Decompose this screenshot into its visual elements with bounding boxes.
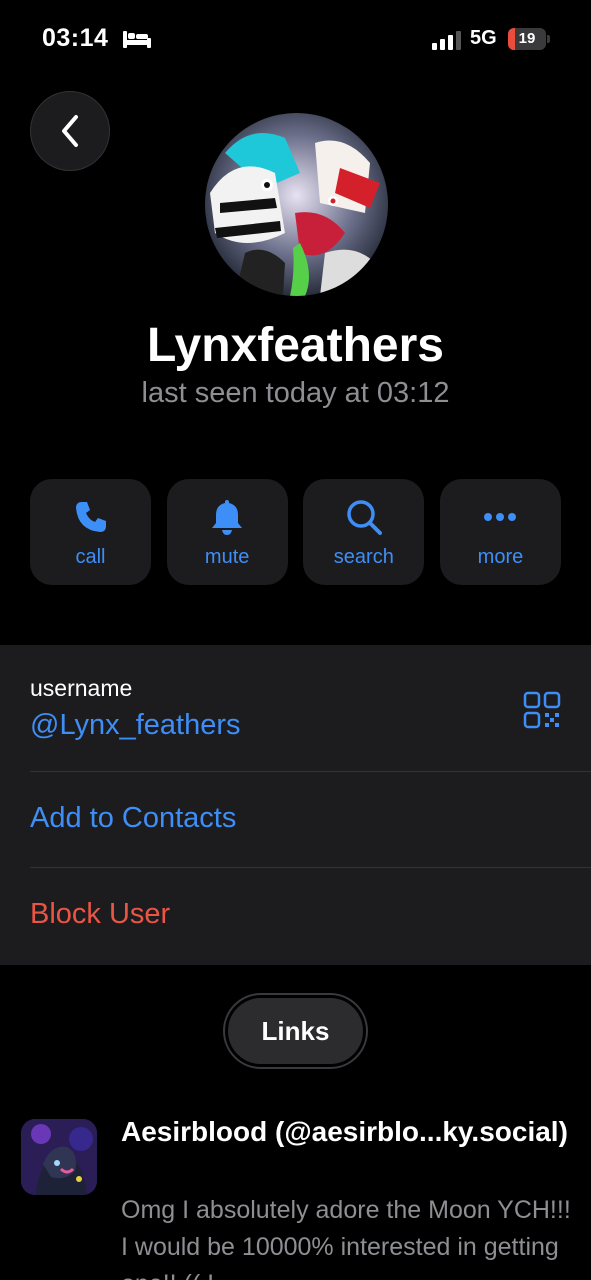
status-time: 03:14: [42, 24, 109, 52]
search-label: search: [333, 546, 394, 568]
battery-percent: 19: [518, 30, 536, 47]
chevron-left-icon: [62, 115, 78, 147]
call-label: call: [75, 546, 106, 568]
back-button[interactable]: [30, 91, 110, 171]
username-caption: username: [30, 675, 133, 701]
search-button[interactable]: search: [303, 479, 425, 585]
battery-icon: 19: [508, 28, 550, 50]
block-user-button[interactable]: Block User: [30, 898, 561, 931]
signal-icon: [432, 31, 461, 50]
call-button[interactable]: call: [30, 479, 151, 585]
more-button[interactable]: more: [439, 479, 561, 585]
profile-name: Lynxfeathers: [147, 319, 444, 372]
qr-code-icon[interactable]: [522, 690, 562, 730]
more-label: more: [477, 546, 524, 568]
bell-icon: [212, 500, 243, 535]
add-to-contacts-button[interactable]: Add to Contacts: [30, 802, 561, 835]
link-thumbnail[interactable]: [21, 1119, 97, 1195]
last-seen-status: last seen today at 03:12: [141, 377, 450, 409]
username-value[interactable]: @Lynx_feathers: [30, 709, 561, 742]
mute-label: mute: [204, 546, 250, 568]
bed-icon: [123, 31, 151, 48]
info-section: username @Lynx_feathers Add to Contacts …: [0, 645, 591, 965]
link-thumbnail-image: [21, 1119, 97, 1195]
divider: [30, 771, 591, 772]
link-description: Omg I absolutely adore the Moon YCH!!! I…: [121, 1196, 571, 1280]
more-icon: [484, 513, 517, 521]
tab-links[interactable]: Links: [225, 995, 366, 1067]
search-icon: [347, 500, 382, 535]
status-bar: 03:14 5G 19: [0, 0, 591, 80]
network-label: 5G: [470, 27, 497, 49]
avatar-image: [205, 113, 388, 296]
action-buttons: call mute search more: [30, 479, 561, 585]
mute-button[interactable]: mute: [166, 479, 288, 585]
phone-icon: [75, 502, 106, 532]
avatar[interactable]: [205, 113, 388, 296]
link-title[interactable]: Aesirblood (@aesirblo...ky.social): [121, 1113, 571, 1150]
divider: [30, 867, 591, 868]
